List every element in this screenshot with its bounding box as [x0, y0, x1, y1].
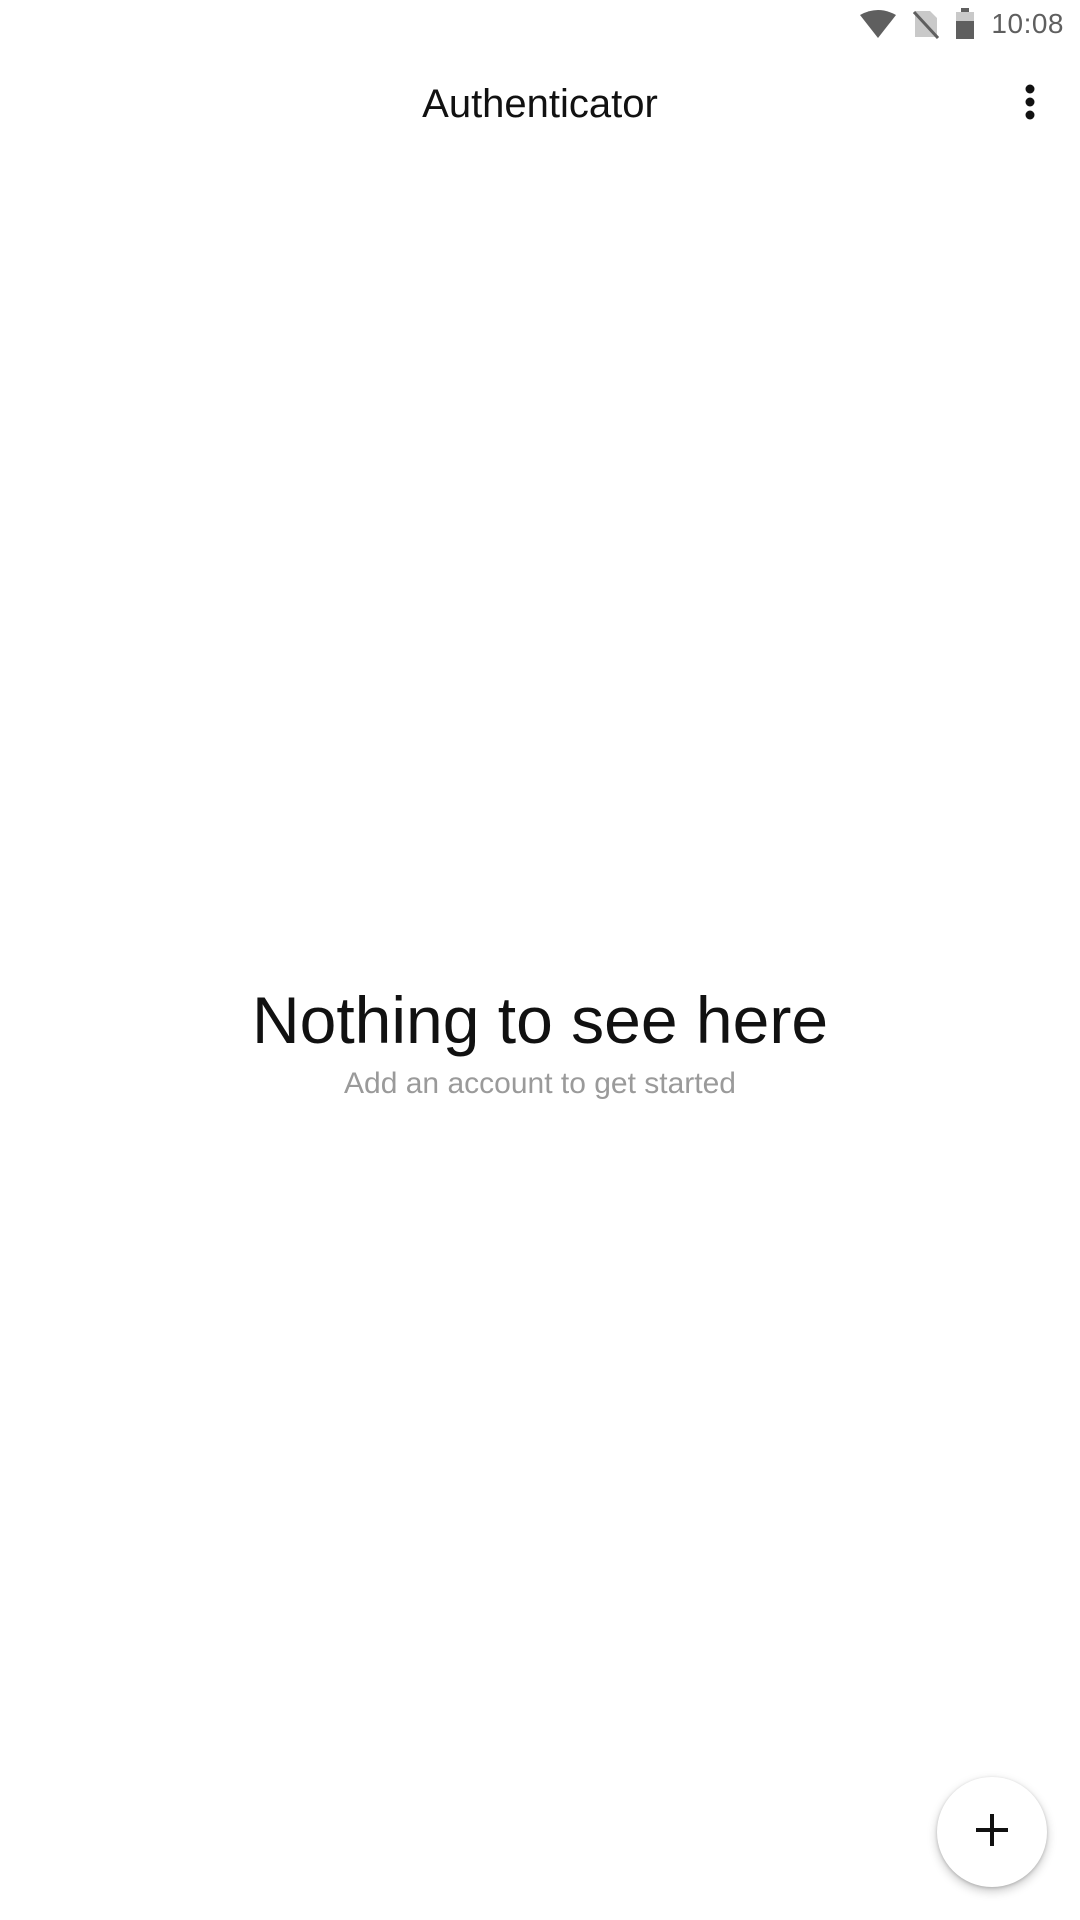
wifi-icon	[859, 9, 897, 39]
app-bar: Authenticator	[0, 48, 1080, 160]
overflow-menu-button[interactable]	[994, 68, 1066, 140]
status-clock: 10:08	[991, 8, 1064, 39]
battery-icon	[955, 8, 975, 40]
empty-state-subtitle: Add an account to get started	[344, 1067, 736, 1100]
plus-icon	[975, 1813, 1009, 1852]
add-account-button[interactable]	[937, 1777, 1047, 1887]
empty-state: Nothing to see here Add an account to ge…	[0, 980, 1080, 1104]
no-sim-icon	[913, 9, 940, 39]
app-title: Authenticator	[422, 82, 658, 126]
status-icons: 10:08	[859, 6, 1064, 42]
status-bar: 10:08	[0, 0, 1080, 48]
more-vert-icon	[1024, 84, 1036, 125]
empty-state-title: Nothing to see here	[251, 983, 829, 1057]
